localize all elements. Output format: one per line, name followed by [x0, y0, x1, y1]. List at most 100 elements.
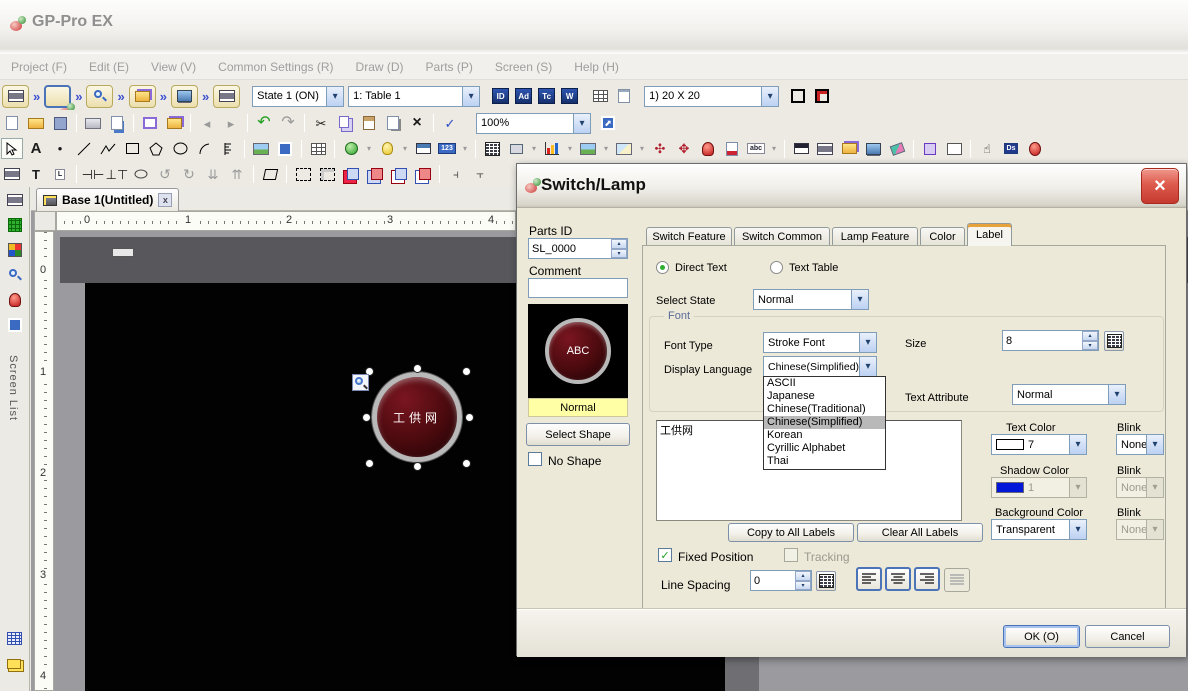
mirror-x-icon[interactable]: ⊣⊢: [82, 164, 104, 185]
language-option-thai[interactable]: Thai: [764, 455, 885, 468]
send-backward-icon[interactable]: [412, 164, 434, 185]
text-display-icon[interactable]: abc: [745, 138, 767, 159]
text-blink-dropdown[interactable]: None ▾: [1116, 434, 1164, 455]
project-window-icon[interactable]: [2, 188, 28, 212]
save-icon[interactable]: [49, 113, 71, 134]
text-tool[interactable]: A: [25, 138, 47, 159]
paste-icon[interactable]: [358, 113, 380, 134]
menu-screen[interactable]: Screen (S): [484, 60, 563, 74]
keypad-list-icon[interactable]: [1, 626, 27, 650]
print-preview-icon[interactable]: [106, 113, 128, 134]
redo-icon[interactable]: ↷: [277, 113, 299, 134]
pointer-tool[interactable]: [1, 138, 23, 159]
clear-all-labels-button[interactable]: Clear All Labels: [857, 523, 983, 542]
zoom-tool-icon[interactable]: [2, 263, 28, 287]
delete-icon[interactable]: ×: [406, 113, 428, 134]
flip-horizontal-icon[interactable]: ⇈: [226, 164, 248, 185]
cut-icon[interactable]: ✂: [310, 113, 332, 134]
language-option-chinese-traditional[interactable]: Chinese(Traditional): [764, 403, 885, 416]
group-icon[interactable]: [292, 164, 314, 185]
part-size-dropdown[interactable]: 1) 20 X 20 ▾: [644, 86, 779, 107]
special-data-icon[interactable]: ✥: [673, 138, 695, 159]
parts-id-badge[interactable]: ID: [492, 88, 509, 104]
selection-handle[interactable]: [466, 414, 473, 421]
3d-box-icon[interactable]: [259, 164, 281, 185]
select-state-dropdown[interactable]: Normal ▾: [753, 289, 869, 310]
arc-tool[interactable]: [193, 138, 215, 159]
simulation-button[interactable]: [129, 85, 156, 108]
rotate-left-icon[interactable]: ↺: [154, 164, 176, 185]
grid-settings-icon[interactable]: [589, 86, 611, 107]
align-left-edge-icon[interactable]: ⫞: [445, 164, 467, 185]
comment-list-icon[interactable]: [1, 652, 27, 676]
lamp-part-tool[interactable]: [376, 138, 398, 159]
size-keypad-button[interactable]: [1104, 331, 1124, 351]
dot-tool[interactable]: •: [49, 138, 71, 159]
canvas-lamp-part[interactable]: 工供网: [372, 372, 462, 462]
mirror-y-icon[interactable]: ⊥⊤: [106, 164, 128, 185]
copy-screen-icon[interactable]: [139, 113, 161, 134]
numeric-display-tool[interactable]: 123: [436, 138, 458, 159]
text-badge[interactable]: Tc: [538, 88, 555, 104]
selection-handle[interactable]: [414, 463, 421, 470]
font-type-dropdown[interactable]: Stroke Font ▾: [763, 332, 877, 353]
keypad-tool[interactable]: [481, 138, 503, 159]
draw-color-icon[interactable]: [886, 138, 908, 159]
file-manager-icon[interactable]: [721, 138, 743, 159]
hand-tool-icon[interactable]: ☝: [976, 138, 998, 159]
state-dropdown[interactable]: State 1 (ON) ▾: [252, 86, 344, 107]
remote-monitor-icon[interactable]: [862, 138, 884, 159]
chevron-icon[interactable]: »: [117, 89, 124, 104]
line-tool[interactable]: [73, 138, 95, 159]
window-list-icon[interactable]: [2, 313, 28, 337]
monitor-button[interactable]: [213, 85, 240, 108]
label-icon[interactable]: L: [49, 164, 71, 185]
menu-project[interactable]: Project (F): [0, 60, 78, 74]
polyline-tool[interactable]: [97, 138, 119, 159]
flip-vertical-icon[interactable]: ⇊: [202, 164, 224, 185]
graph-dropdown-arrow[interactable]: ▾: [565, 138, 575, 159]
parts-palette-icon[interactable]: [2, 288, 28, 312]
align-left-button[interactable]: [856, 567, 882, 591]
parts-list-icon[interactable]: [943, 138, 965, 159]
align-right-edge-icon[interactable]: ⫟: [469, 164, 491, 185]
edit-mode-button[interactable]: [44, 85, 71, 108]
comment-input[interactable]: [528, 278, 628, 298]
filmstrip-icon[interactable]: [814, 138, 836, 159]
menu-help[interactable]: Help (H): [563, 60, 630, 74]
align-center-button[interactable]: [885, 567, 911, 591]
historical-lamp-icon[interactable]: [697, 138, 719, 159]
movie-dropdown-arrow[interactable]: ▾: [637, 138, 647, 159]
selection-handle[interactable]: [363, 414, 370, 421]
menu-edit[interactable]: Edit (E): [78, 60, 140, 74]
screen-settings-icon[interactable]: [613, 86, 635, 107]
chevron-icon[interactable]: »: [202, 89, 209, 104]
background-color-dropdown[interactable]: Transparent ▾: [991, 519, 1087, 540]
selection-handle[interactable]: [366, 460, 373, 467]
screen-frame-icon[interactable]: [811, 86, 833, 107]
parts-id-spinner[interactable]: ▴▾: [611, 239, 627, 258]
numeric-dropdown-arrow[interactable]: ▾: [460, 138, 470, 159]
alarm-tool[interactable]: [505, 138, 527, 159]
tab-lamp-feature[interactable]: Lamp Feature: [832, 227, 918, 246]
select-shape-button[interactable]: Select Shape: [526, 423, 630, 446]
scale-tool[interactable]: [217, 138, 239, 159]
dialog-title-bar[interactable]: Switch/Lamp ×: [517, 164, 1186, 208]
outline-icon[interactable]: [787, 86, 809, 107]
close-icon[interactable]: ×: [1141, 168, 1179, 204]
duplicate-icon[interactable]: [382, 113, 404, 134]
bring-forward-icon[interactable]: [388, 164, 410, 185]
open-icon[interactable]: [25, 113, 47, 134]
transfer-button[interactable]: [171, 85, 198, 108]
group-parts-icon[interactable]: [274, 138, 296, 159]
animation-icon[interactable]: [1, 164, 23, 185]
chevron-icon[interactable]: »: [160, 89, 167, 104]
menu-draw[interactable]: Draw (D): [345, 60, 415, 74]
chevron-icon[interactable]: »: [75, 89, 82, 104]
address-badge[interactable]: Ad: [515, 88, 532, 104]
text-color-dropdown[interactable]: 7 ▾: [991, 434, 1087, 455]
circle-tool[interactable]: [169, 138, 191, 159]
polygon-tool[interactable]: [145, 138, 167, 159]
text-table-radio[interactable]: [770, 261, 783, 274]
forward-icon[interactable]: ▸: [220, 113, 242, 134]
